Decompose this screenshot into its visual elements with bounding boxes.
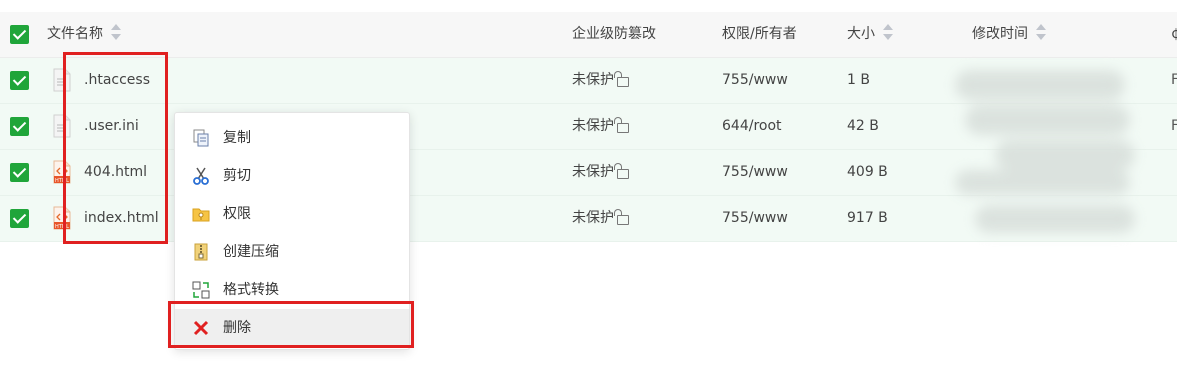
redacted-mtime-area: [955, 70, 1135, 235]
protect-status-label: 未保护: [572, 210, 614, 226]
protect-status[interactable]: 未保护: [572, 150, 629, 195]
table-header: 文件名称 企业级防篡改 权限/所有者 大小 修改时间 ¢: [0, 12, 1177, 58]
header-size[interactable]: 大小: [847, 12, 893, 57]
unlock-icon: [614, 209, 629, 225]
protect-status[interactable]: 未保护: [572, 58, 629, 103]
filename-highlight-box: [63, 52, 168, 244]
row-checkbox[interactable]: [10, 117, 29, 136]
file-size: 1 B: [847, 72, 870, 88]
sort-icon[interactable]: [883, 24, 893, 40]
header-protect: 企业级防篡改: [572, 26, 656, 42]
header-perm: 权限/所有者: [722, 26, 797, 42]
protect-status[interactable]: 未保护: [572, 196, 629, 241]
protect-status-label: 未保护: [572, 72, 614, 88]
unlock-icon: [614, 117, 629, 133]
folder-key-icon: [192, 208, 210, 222]
header-name[interactable]: 文件名称: [47, 12, 121, 57]
delete-highlight-box: [168, 301, 414, 348]
select-all-checkbox[interactable]: [10, 25, 29, 44]
file-size: 42 B: [847, 118, 879, 134]
copy-icon: [193, 129, 209, 147]
protect-status[interactable]: 未保护: [572, 104, 629, 149]
unlock-icon: [614, 163, 629, 179]
header-mtime-label: 修改时间: [972, 26, 1028, 42]
menu-item-label: 剪切: [223, 168, 251, 184]
archive-icon: [194, 243, 208, 261]
sort-icon[interactable]: [111, 24, 121, 40]
header-edge-cut: ¢: [1171, 26, 1177, 42]
unlock-icon: [614, 71, 629, 87]
menu-item-permission[interactable]: 权限: [175, 195, 409, 233]
row-checkbox[interactable]: [10, 209, 29, 228]
protect-status-label: 未保护: [572, 164, 614, 180]
header-size-label: 大小: [847, 26, 875, 42]
menu-item-label: 权限: [223, 206, 251, 222]
menu-item-cut[interactable]: 剪切: [175, 157, 409, 195]
file-size: 409 B: [847, 164, 888, 180]
permission-owner[interactable]: 755/www: [722, 196, 788, 241]
header-mtime[interactable]: 修改时间: [972, 12, 1046, 57]
permission-owner[interactable]: 755/www: [722, 150, 788, 195]
permission-owner[interactable]: 644/root: [722, 104, 782, 149]
menu-item-label: 创建压缩: [223, 244, 279, 260]
menu-item-copy[interactable]: 复制: [175, 119, 409, 157]
header-name-label: 文件名称: [47, 26, 103, 42]
row-edge-cut: F: [1171, 72, 1177, 88]
menu-item-compress[interactable]: 创建压缩: [175, 233, 409, 271]
scissors-icon: [193, 167, 209, 185]
row-edge-cut: F: [1171, 118, 1177, 134]
file-size: 917 B: [847, 210, 888, 226]
row-checkbox[interactable]: [10, 71, 29, 90]
menu-item-label: 复制: [223, 130, 251, 146]
permission-owner[interactable]: 755/www: [722, 58, 788, 103]
protect-status-label: 未保护: [572, 118, 614, 134]
row-checkbox[interactable]: [10, 163, 29, 182]
sort-icon[interactable]: [1036, 24, 1046, 40]
convert-icon: [192, 281, 210, 299]
